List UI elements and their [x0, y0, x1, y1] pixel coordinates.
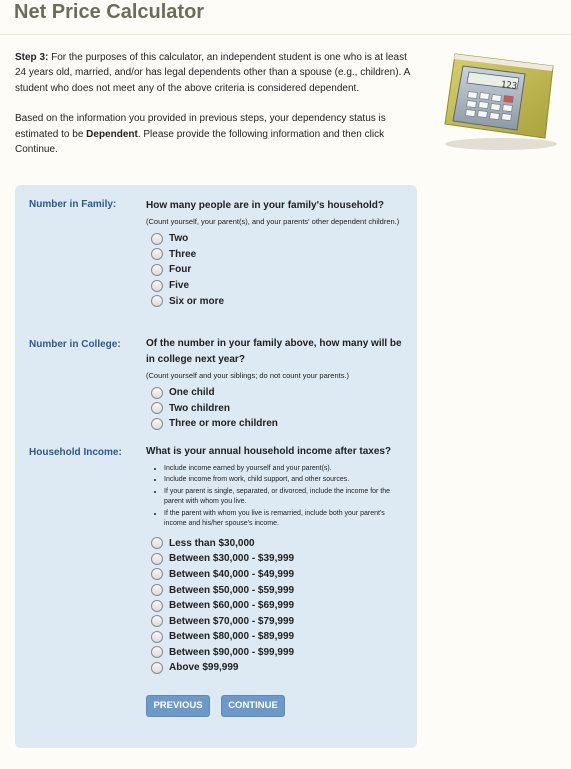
option-label: Four	[169, 264, 192, 276]
step-paragraph: Step 3: For the purposes of this calcula…	[15, 50, 415, 96]
option-label: Three	[169, 248, 197, 260]
college-question: Of the number in your family above, how …	[146, 338, 402, 365]
family-hint: (Count yourself, your parent(s), and you…	[146, 217, 400, 226]
intro-text: Step 3: For the purposes of this calcula…	[15, 50, 415, 157]
previous-button[interactable]: PREVIOUS	[146, 695, 210, 717]
radio-button[interactable]	[151, 279, 163, 292]
guideline-item: Include income from work, child support,…	[164, 475, 406, 485]
continue-button[interactable]: CONTINUE	[221, 695, 285, 717]
guideline-item: If your parent is single, separated, or …	[164, 487, 406, 508]
option-label: Between $70,000 - $79,999	[169, 615, 295, 627]
radio-button[interactable]	[151, 402, 163, 415]
income-option[interactable]: Between $70,000 - $79,999	[146, 613, 406, 629]
family-question: How many people are in your family's hou…	[146, 200, 384, 211]
radio-button[interactable]	[151, 615, 163, 628]
option-label: Less than $30,000	[169, 537, 255, 549]
dependency-status: Dependent	[86, 128, 138, 140]
radio-button[interactable]	[151, 568, 163, 581]
radio-button[interactable]	[151, 248, 163, 261]
option-label: Six or more	[169, 295, 225, 307]
income-option[interactable]: Less than $30,000	[146, 535, 406, 551]
income-label: Household Income:	[29, 447, 122, 458]
radio-button[interactable]	[151, 263, 163, 276]
income-option[interactable]: Above $99,999	[146, 660, 406, 676]
radio-button[interactable]	[151, 537, 163, 550]
option-label: Between $30,000 - $39,999	[169, 553, 295, 565]
income-options: Less than $30,000 Between $30,000 - $39,…	[146, 535, 406, 675]
income-option[interactable]: Between $50,000 - $59,999	[146, 582, 406, 598]
income-option[interactable]: Between $90,000 - $99,999	[146, 645, 406, 661]
radio-button[interactable]	[151, 295, 163, 308]
option-label: Five	[169, 280, 190, 292]
calculator-display: 123	[500, 80, 517, 92]
family-question-block: How many people are in your family's hou…	[146, 198, 406, 309]
family-option[interactable]: Five	[146, 278, 406, 294]
option-label: One child	[169, 387, 215, 399]
radio-button[interactable]	[151, 552, 163, 565]
dependency-status-paragraph: Based on the information you provided in…	[15, 111, 415, 157]
family-option[interactable]: Six or more	[146, 293, 406, 309]
income-guidelines: Include income earned by yourself and yo…	[146, 464, 406, 529]
radio-button[interactable]	[151, 386, 163, 399]
income-option[interactable]: Between $80,000 - $89,999	[146, 629, 406, 645]
option-label: Two children	[169, 402, 230, 414]
family-option[interactable]: Four	[146, 262, 406, 278]
income-question-block: What is your annual household income aft…	[146, 444, 406, 676]
page-title: Net Price Calculator	[14, 1, 205, 23]
page-header: Net Price Calculator	[0, 0, 571, 35]
college-option[interactable]: Two children	[146, 401, 406, 417]
income-option[interactable]: Between $40,000 - $49,999	[146, 567, 406, 583]
option-label: Between $40,000 - $49,999	[169, 568, 295, 580]
radio-button[interactable]	[151, 630, 163, 643]
radio-button[interactable]	[151, 232, 163, 245]
family-options: Two Three Four Five Six or more	[146, 231, 406, 309]
radio-button[interactable]	[151, 417, 163, 430]
income-question: What is your annual household income aft…	[146, 446, 392, 457]
family-label: Number in Family:	[29, 199, 117, 210]
step-text: For the purposes of this calculator, an …	[15, 52, 410, 94]
option-label: Two	[169, 233, 189, 245]
college-options: One child Two children Three or more chi…	[146, 385, 406, 432]
option-label: Between $50,000 - $59,999	[169, 584, 295, 596]
college-hint: (Count yourself and your siblings; do no…	[146, 371, 350, 380]
radio-button[interactable]	[151, 646, 163, 659]
calculator-form-panel: Number in Family: How many people are in…	[15, 185, 417, 748]
guideline-item: If the parent with whom you live is rema…	[164, 509, 406, 530]
step-label: Step 3:	[15, 52, 49, 63]
radio-button[interactable]	[151, 599, 163, 612]
income-option[interactable]: Between $60,000 - $69,999	[146, 598, 406, 614]
calculator-folder-icon: 123	[444, 53, 557, 150]
college-option[interactable]: Three or more children	[146, 416, 406, 432]
college-label: Number in College:	[29, 339, 121, 350]
option-label: Three or more children	[169, 418, 278, 430]
income-option[interactable]: Between $30,000 - $39,999	[146, 551, 406, 567]
radio-button[interactable]	[151, 661, 163, 674]
college-option[interactable]: One child	[146, 385, 406, 401]
option-label: Between $90,000 - $99,999	[169, 646, 295, 658]
option-label: Above $99,999	[169, 662, 239, 674]
option-label: Between $60,000 - $69,999	[169, 600, 295, 612]
college-question-block: Of the number in your family above, how …	[146, 336, 406, 432]
family-option[interactable]: Two	[146, 231, 406, 247]
option-label: Between $80,000 - $89,999	[169, 631, 295, 643]
family-option[interactable]: Three	[146, 247, 406, 263]
radio-button[interactable]	[151, 584, 163, 597]
guideline-item: Include income earned by yourself and yo…	[164, 464, 406, 474]
